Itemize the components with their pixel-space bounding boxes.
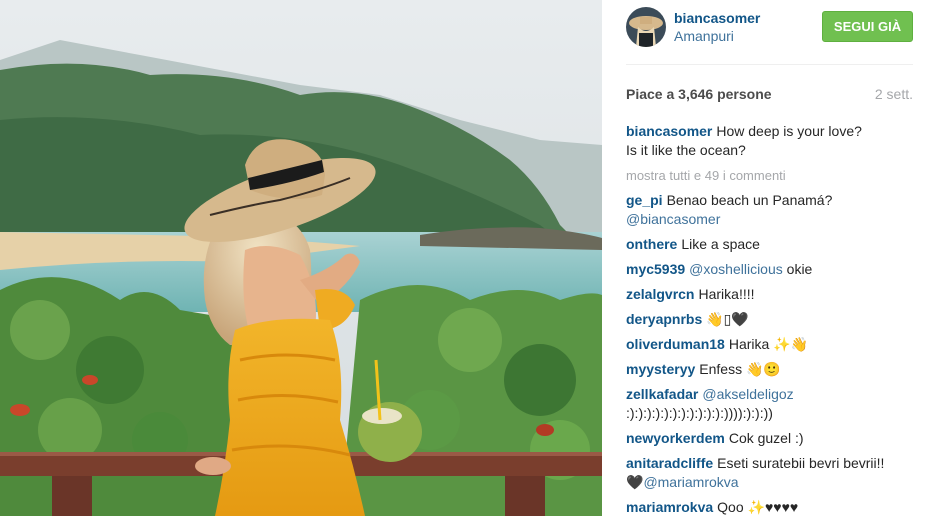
comment-mention[interactable]: @akseldeligoz [702, 386, 793, 402]
comment-username[interactable]: onthere [626, 236, 677, 252]
avatar-photo [626, 7, 666, 47]
comment-username[interactable]: deryapnrbs [626, 311, 702, 327]
comment-username[interactable]: zellkafadar [626, 386, 698, 402]
comment-item: myc5939 @xoshellicious okie [626, 260, 913, 279]
comment-text: Like a space [681, 236, 760, 252]
user-block: biancasomer Amanpuri [674, 10, 760, 45]
comment-text-line2: 🖤 [626, 474, 644, 490]
comment-item: oliverduman18 Harika ✨👋 [626, 335, 913, 354]
comment-username[interactable]: mariamrokva [626, 499, 713, 515]
comment-text: Benao beach un Panamá? [666, 192, 833, 208]
comment-username[interactable]: zelalgvrcn [626, 286, 694, 302]
caption-text: How deep is your love? [716, 123, 862, 139]
comment-item: deryapnrbs 👋▯🖤 [626, 310, 913, 329]
comment-username[interactable]: myysteryy [626, 361, 695, 377]
comment-item: onthere Like a space [626, 235, 913, 254]
comment-text: okie [786, 261, 813, 277]
comment-mention[interactable]: @mariamrokva [643, 474, 738, 490]
divider [626, 64, 913, 65]
comments-list: biancasomer How deep is your love? Is it … [626, 122, 913, 516]
comment-mention[interactable]: @xoshellicious [689, 261, 783, 277]
comment-text: Eseti suratebii bevri bevrii!! [717, 455, 885, 471]
likes-count[interactable]: Piace a 3,646 persone [626, 86, 772, 102]
show-all-comments-link[interactable]: mostra tutti e 49 i commenti [626, 166, 913, 185]
comment-text: Enfess 👋🙂 [699, 361, 781, 377]
comment-item: myysteryy Enfess 👋🙂 [626, 360, 913, 379]
post-timestamp[interactable]: 2 sett. [875, 86, 913, 102]
comment-text: Harika!!!! [698, 286, 755, 302]
comment-username[interactable]: myc5939 [626, 261, 685, 277]
post-header: biancasomer Amanpuri SEGUI GIÀ [626, 7, 913, 47]
comment-username[interactable]: newyorkerdem [626, 430, 725, 446]
username-link[interactable]: biancasomer [674, 10, 760, 27]
comment-item: anitaradcliffe Eseti suratebii bevri bevr… [626, 454, 913, 492]
comment-item: ge_pi Benao beach un Panamá? @biancasomer [626, 191, 913, 229]
post-details-panel: biancasomer Amanpuri SEGUI GIÀ Piace a 3… [602, 0, 925, 516]
following-button[interactable]: SEGUI GIÀ [822, 11, 913, 42]
comment-text: Harika ✨👋 [728, 336, 809, 352]
comment-username[interactable]: anitaradcliffe [626, 455, 713, 471]
avatar[interactable] [626, 7, 666, 47]
comment-item: newyorkerdem Cok guzel :) [626, 429, 913, 448]
comment-username[interactable]: ge_pi [626, 192, 663, 208]
comment-item: zellkafadar @akseldeligoz :):):):):):):):… [626, 385, 913, 423]
comment-text: 👋▯🖤 [706, 311, 749, 327]
location-link[interactable]: Amanpuri [674, 28, 760, 45]
comment-item: mariamrokva Qoo ✨♥♥♥♥ [626, 498, 913, 516]
comment-username[interactable]: biancasomer [626, 123, 712, 139]
post-stats: Piace a 3,646 persone 2 sett. [626, 86, 913, 106]
caption-text-line2: Is it like the ocean? [626, 142, 746, 158]
caption: biancasomer How deep is your love? Is it … [626, 122, 913, 160]
comment-text: Cok guzel :) [728, 430, 804, 446]
comment-username[interactable]: oliverduman18 [626, 336, 725, 352]
comment-text: Qoo ✨♥♥♥♥ [717, 499, 799, 515]
comment-mention[interactable]: @biancasomer [626, 211, 720, 227]
post-photo[interactable] [0, 0, 602, 516]
comment-text: :):):):):):):):):):):):)))):):):)) [626, 405, 773, 421]
comment-item: zelalgvrcn Harika!!!! [626, 285, 913, 304]
